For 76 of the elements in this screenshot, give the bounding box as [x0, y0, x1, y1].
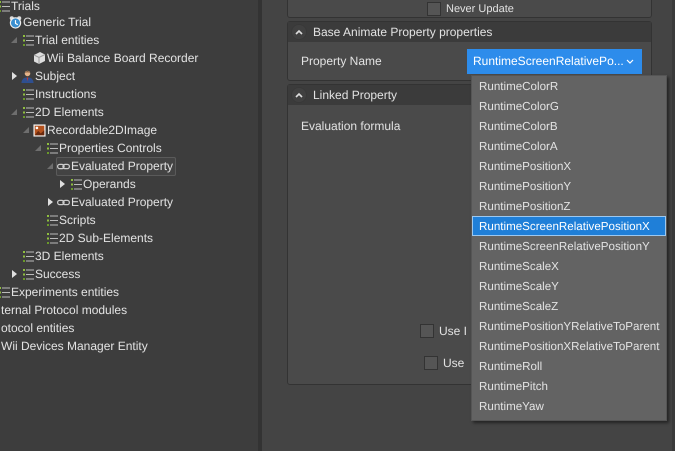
field-label: Property Name — [301, 54, 382, 68]
tree-item[interactable]: Evaluated Property — [56, 156, 176, 176]
collapse-button[interactable] — [291, 24, 307, 40]
tree-item[interactable]: 2D Sub-Elements — [44, 228, 156, 248]
chevron-down-icon — [626, 58, 634, 64]
list-icon — [71, 178, 82, 190]
cube-icon — [33, 51, 46, 65]
tree-item[interactable]: Instructions — [20, 84, 100, 104]
dropdown-option[interactable]: RuntimeScreenRelativePositionY — [472, 236, 666, 256]
tree-item[interactable]: Scripts — [44, 210, 99, 230]
tree-item[interactable]: Success — [20, 264, 84, 284]
tree-item[interactable]: Subject — [20, 66, 78, 86]
dropdown-option[interactable]: RuntimePositionX — [472, 156, 666, 176]
dropdown-option[interactable]: RuntimeColorG — [472, 96, 666, 116]
alarm-clock-icon — [9, 15, 22, 29]
dropdown-option[interactable]: RuntimeScaleX — [472, 256, 666, 276]
dropdown-option[interactable]: RuntimeRoll — [472, 356, 666, 376]
list-icon — [23, 88, 34, 100]
panel-title: Base Animate Property properties — [313, 25, 492, 39]
dropdown-option[interactable]: RuntimePitch — [472, 376, 666, 396]
panel-title: Linked Property — [313, 88, 398, 102]
list-icon — [47, 214, 58, 226]
dropdown-option[interactable]: RuntimeScaleY — [472, 276, 666, 296]
list-icon — [47, 142, 58, 154]
dropdown-option[interactable]: RuntimeColorB — [472, 116, 666, 136]
tree-item[interactable]: Operands — [68, 174, 139, 194]
list-icon — [23, 268, 34, 280]
list-icon — [0, 1, 10, 12]
checkbox-label: Never Update — [446, 2, 514, 14]
list-icon — [0, 286, 10, 298]
caret-icon — [294, 90, 304, 100]
list-icon — [23, 106, 34, 118]
dropdown-option[interactable]: RuntimeColorR — [472, 76, 666, 96]
list-icon — [47, 232, 58, 244]
collapse-button[interactable] — [291, 87, 307, 103]
dropdown-option[interactable]: RuntimePositionZ — [472, 196, 666, 216]
checkbox[interactable] — [420, 324, 434, 338]
dropdown-option[interactable]: RuntimePositionXRelativeToParent — [472, 336, 666, 356]
tree-item[interactable]: Recordable2DImage — [32, 120, 160, 140]
tree-item[interactable]: Wii Devices Manager Entity — [0, 336, 151, 356]
tree-item[interactable]: 3D Elements — [20, 246, 107, 266]
field-label: Evaluation formula — [301, 119, 400, 133]
dropdown-option[interactable]: RuntimePositionY — [472, 176, 666, 196]
chain-link-icon — [57, 162, 70, 170]
tree-item[interactable]: ternal Protocol modules — [0, 300, 130, 320]
collapsed-arrow-icon[interactable] — [60, 180, 64, 188]
dropdown-option[interactable]: RuntimeScaleZ — [472, 296, 666, 316]
checkbox-label: Use I — [439, 324, 468, 338]
person-icon — [21, 68, 34, 84]
tree-item[interactable]: otocol entities — [0, 318, 78, 338]
collapsed-arrow-icon[interactable] — [48, 198, 52, 206]
checkbox[interactable] — [424, 356, 438, 370]
dropdown-option[interactable]: RuntimeYaw — [472, 396, 666, 416]
tree-item[interactable]: Experiments entities — [0, 282, 122, 302]
caret-icon — [294, 28, 304, 36]
list-icon — [23, 250, 34, 262]
picture-icon — [33, 122, 46, 138]
collapsed-arrow-icon[interactable] — [12, 72, 16, 80]
tree-item[interactable]: 2D Elements — [20, 102, 107, 122]
expanded-arrow-icon[interactable] — [23, 127, 29, 133]
tree-item[interactable]: Wii Balance Board Recorder — [32, 48, 202, 68]
expanded-arrow-icon[interactable] — [35, 145, 41, 151]
collapsed-arrow-icon[interactable] — [12, 270, 16, 278]
tree-item[interactable]: Properties Controls — [44, 138, 165, 158]
dropdown-option[interactable]: RuntimeScreenRelativePositionX — [472, 216, 666, 236]
checkbox[interactable] — [427, 2, 441, 16]
tree-item[interactable]: Trial entities — [20, 30, 102, 50]
expanded-arrow-icon[interactable] — [11, 109, 17, 115]
tree-item[interactable]: Evaluated Property — [56, 192, 176, 212]
expanded-arrow-icon[interactable] — [11, 37, 17, 43]
dropdown-option[interactable]: RuntimePositionYRelativeToParent — [472, 316, 666, 336]
expanded-arrow-icon[interactable] — [47, 163, 53, 169]
chain-link-icon — [57, 198, 70, 206]
list-icon — [23, 34, 34, 46]
checkbox-label: Use — [443, 356, 464, 370]
dropdown-option[interactable]: RuntimeColorA — [472, 136, 666, 156]
